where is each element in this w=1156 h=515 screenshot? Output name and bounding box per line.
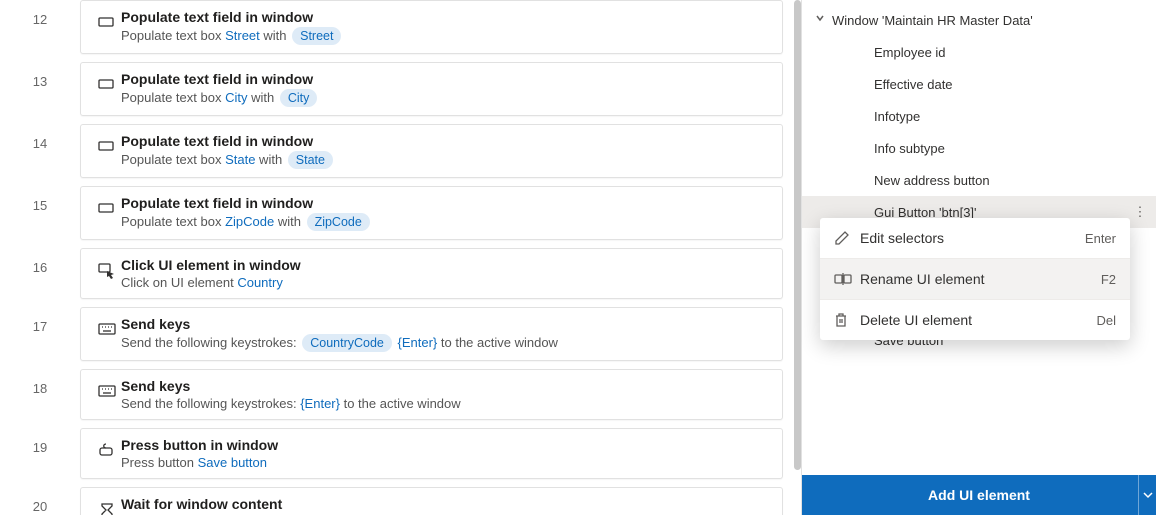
action-description: Populate text box State with State (121, 151, 770, 169)
ui-element-link[interactable]: City (225, 90, 247, 105)
action-card[interactable]: Send keys Send the following keystrokes: … (80, 369, 783, 420)
step-number: 19 (0, 428, 80, 455)
action-description: Populate text box Street with Street (121, 27, 770, 45)
action-title: Send keys (121, 316, 770, 332)
tree-node-label: New address button (874, 173, 990, 188)
tree-element-node[interactable]: New address button (802, 164, 1156, 196)
menu-item-label: Delete UI element (860, 312, 1096, 328)
add-ui-element-label: Add UI element (928, 487, 1030, 503)
actions-pane: 12Populate text field in windowPopulate … (0, 0, 801, 515)
action-card[interactable]: Send keys Send the following keystrokes: … (80, 307, 783, 361)
action-title: Populate text field in window (121, 71, 770, 87)
action-card[interactable]: Click UI element in window Click on UI el… (80, 248, 783, 299)
variable-chip[interactable]: City (280, 89, 318, 107)
add-ui-element-button[interactable]: Add UI element (802, 475, 1156, 515)
step-number: 18 (0, 369, 80, 396)
add-ui-element-split[interactable] (1138, 475, 1156, 515)
action-card[interactable]: Wait for window contentWait for UI eleme… (80, 487, 783, 515)
action-card[interactable]: Populate text field in window Populate te… (80, 186, 783, 240)
tree-node-label: Window 'Maintain HR Master Data' (832, 13, 1033, 28)
variable-chip[interactable]: CountryCode (302, 334, 392, 352)
context-menu-item[interactable]: Rename UI elementF2 (820, 259, 1130, 299)
left-scrollbar[interactable] (793, 0, 801, 515)
steps-list: 12Populate text field in windowPopulate … (0, 0, 801, 515)
ui-element-link[interactable]: Street (225, 28, 260, 43)
action-description: Press button Save button (121, 455, 770, 470)
action-description: Send the following keystrokes: {Enter} t… (121, 396, 770, 411)
step-number: 15 (0, 186, 80, 213)
action-card[interactable]: Populate text field in window Populate te… (80, 0, 783, 54)
variable-chip[interactable]: State (288, 151, 333, 169)
menu-item-label: Rename UI element (860, 271, 1101, 287)
wait-icon (93, 496, 121, 515)
action-title: Wait for window content (121, 496, 770, 512)
keystroke-token: {Enter} (300, 396, 340, 411)
variable-chip[interactable]: ZipCode (307, 213, 370, 231)
menu-item-shortcut: F2 (1101, 272, 1116, 287)
more-icon[interactable]: ⋮ (1130, 204, 1150, 220)
context-menu-item[interactable]: Edit selectorsEnter (820, 218, 1130, 258)
step-number: 16 (0, 248, 80, 275)
textfield-icon (93, 133, 121, 153)
action-title: Press button in window (121, 437, 770, 453)
step-number: 17 (0, 307, 80, 334)
pencil-icon (834, 230, 860, 246)
ui-element-link[interactable]: Save button (198, 455, 267, 470)
action-card[interactable]: Populate text field in window Populate te… (80, 124, 783, 178)
ui-elements-pane: Window 'Maintain HR Master Data' Employee… (801, 0, 1156, 515)
tree-node-label: Effective date (874, 77, 953, 92)
step-number: 13 (0, 62, 80, 89)
tree-node-label: Infotype (874, 109, 920, 124)
step-number: 14 (0, 124, 80, 151)
textfield-icon (93, 9, 121, 29)
action-title: Send keys (121, 378, 770, 394)
tree-element-node[interactable]: Employee id (802, 36, 1156, 68)
ui-element-link[interactable]: Country (237, 275, 283, 290)
step-number: 20 (0, 487, 80, 514)
tree-node-label: Employee id (874, 45, 946, 60)
tree-window-node[interactable]: Window 'Maintain HR Master Data' (802, 4, 1156, 36)
action-title: Populate text field in window (121, 9, 770, 25)
action-title: Click UI element in window (121, 257, 770, 273)
keyboard-icon (93, 316, 121, 336)
variable-chip[interactable]: Street (292, 27, 341, 45)
action-title: Populate text field in window (121, 133, 770, 149)
trash-icon (834, 312, 860, 328)
keyboard-icon (93, 378, 121, 398)
chevron-down-icon (1143, 490, 1153, 500)
action-description: Populate text box ZipCode with ZipCode (121, 213, 770, 231)
menu-item-shortcut: Enter (1085, 231, 1116, 246)
chevron-down-icon[interactable] (814, 12, 826, 24)
action-card[interactable]: Populate text field in window Populate te… (80, 62, 783, 116)
rename-icon (834, 272, 860, 286)
click-icon (93, 257, 121, 279)
action-description: Populate text box City with City (121, 89, 770, 107)
menu-item-label: Edit selectors (860, 230, 1085, 246)
press-icon (93, 437, 121, 457)
ui-element-link[interactable]: ZipCode (225, 214, 274, 229)
textfield-icon (93, 71, 121, 91)
textfield-icon (93, 195, 121, 215)
context-menu: Edit selectorsEnterRename UI elementF2De… (820, 218, 1130, 340)
action-card[interactable]: Press button in window Press button Save … (80, 428, 783, 479)
context-menu-item[interactable]: Delete UI elementDel (820, 300, 1130, 340)
tree-node-label: Info subtype (874, 141, 945, 156)
action-description: Send the following keystrokes: CountryCo… (121, 334, 770, 352)
keystroke-token: {Enter} (398, 335, 438, 350)
step-number: 12 (0, 0, 80, 27)
ui-element-link[interactable]: State (225, 152, 255, 167)
tree-element-node[interactable]: Infotype (802, 100, 1156, 132)
action-description: Click on UI element Country (121, 275, 770, 290)
tree-element-node[interactable]: Info subtype (802, 132, 1156, 164)
menu-item-shortcut: Del (1096, 313, 1116, 328)
action-title: Populate text field in window (121, 195, 770, 211)
tree-element-node[interactable]: Effective date (802, 68, 1156, 100)
